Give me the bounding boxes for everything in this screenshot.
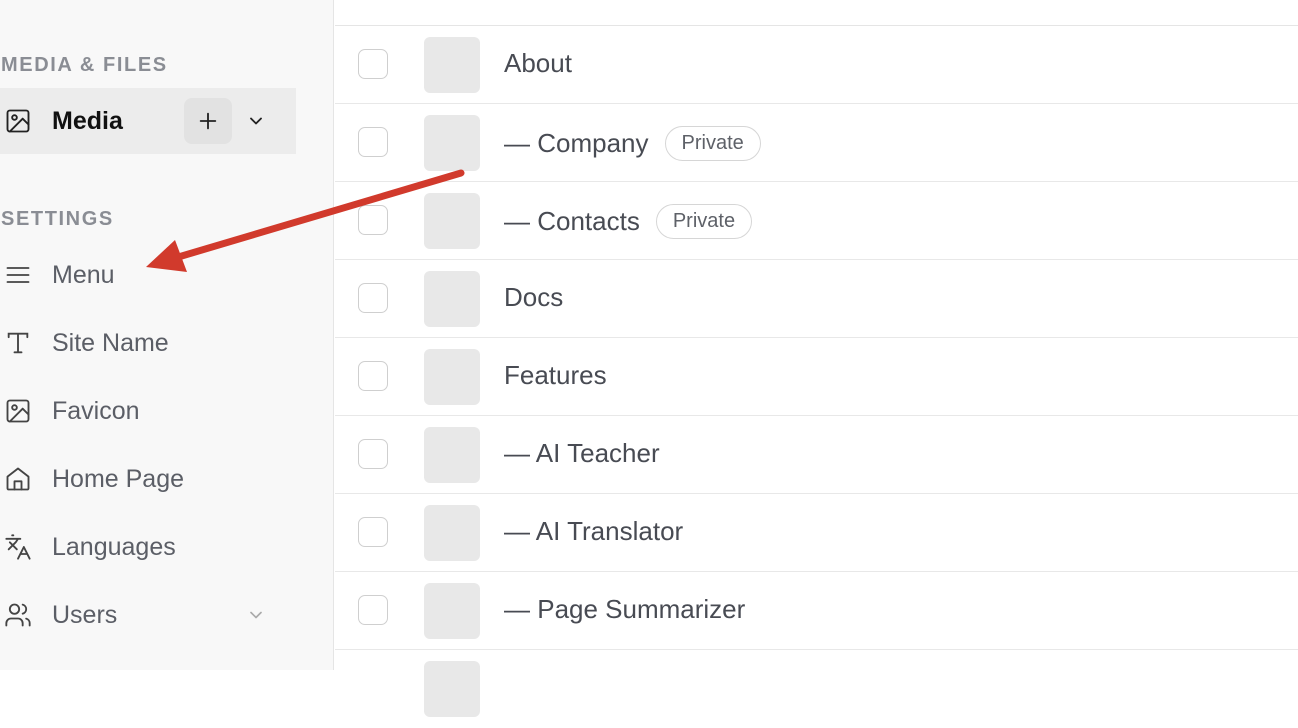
users-icon bbox=[2, 599, 34, 631]
row-thumbnail bbox=[424, 193, 480, 249]
table-row[interactable]: — Company Private bbox=[335, 104, 1298, 182]
row-checkbox[interactable] bbox=[358, 205, 388, 235]
row-checkbox[interactable] bbox=[358, 361, 388, 391]
row-checkbox[interactable] bbox=[358, 127, 388, 157]
table-row[interactable]: — AI Teacher bbox=[335, 416, 1298, 494]
row-checkbox[interactable] bbox=[358, 595, 388, 625]
chevron-down-icon bbox=[246, 605, 266, 625]
image-icon bbox=[2, 105, 34, 137]
row-thumbnail bbox=[424, 583, 480, 639]
row-title[interactable]: Docs bbox=[504, 282, 563, 313]
row-thumbnail bbox=[424, 271, 480, 327]
row-checkbox[interactable] bbox=[358, 439, 388, 469]
row-title[interactable]: — Page Summarizer bbox=[504, 594, 745, 625]
row-title[interactable]: — AI Translator bbox=[504, 516, 683, 547]
row-thumbnail bbox=[424, 37, 480, 93]
image-icon bbox=[2, 395, 34, 427]
sidebar-item-label: Menu bbox=[52, 260, 115, 289]
row-title[interactable]: — Company Private bbox=[504, 126, 761, 161]
table-row[interactable]: Docs bbox=[335, 260, 1298, 338]
private-badge: Private bbox=[664, 126, 761, 161]
sidebar-item-languages[interactable]: Languages bbox=[0, 517, 296, 577]
row-title-text: — AI Teacher bbox=[504, 438, 660, 468]
sidebar-item-users[interactable]: Users bbox=[0, 585, 296, 645]
row-title-text: — Contacts bbox=[504, 206, 640, 236]
private-badge: Private bbox=[655, 204, 753, 239]
row-title-text: — Page Summarizer bbox=[504, 594, 746, 624]
row-thumbnail bbox=[424, 115, 480, 171]
media-section-heading: MEDIA & FILES bbox=[1, 54, 168, 76]
settings-section-heading: SETTINGS bbox=[1, 208, 114, 230]
row-title-text: — Company bbox=[504, 128, 649, 158]
table-row[interactable]: — AI Translator bbox=[335, 494, 1298, 572]
table-row[interactable] bbox=[335, 650, 1298, 728]
row-title[interactable]: — Contacts Private bbox=[504, 204, 753, 239]
chevron-down-icon bbox=[246, 111, 266, 131]
row-title[interactable]: About bbox=[504, 48, 572, 79]
row-title-text: Features bbox=[504, 360, 607, 390]
row-title-text: Docs bbox=[504, 282, 564, 312]
sidebar-item-label: Home Page bbox=[52, 464, 185, 493]
table-row[interactable]: About bbox=[335, 26, 1298, 104]
row-thumbnail bbox=[424, 427, 480, 483]
text-icon bbox=[2, 327, 34, 359]
menu-icon bbox=[2, 259, 34, 291]
row-checkbox[interactable] bbox=[358, 283, 388, 313]
row-checkbox[interactable] bbox=[358, 517, 388, 547]
row-title-text: About bbox=[504, 48, 572, 78]
sidebar-item-menu[interactable]: Menu bbox=[0, 245, 296, 305]
plus-icon bbox=[197, 110, 219, 132]
table-row[interactable]: — Contacts Private bbox=[335, 182, 1298, 260]
page-list: About — Company Private — Contacts Private… bbox=[335, 0, 1298, 717]
expand-media-button[interactable] bbox=[240, 105, 272, 137]
sidebar-item-label: Site Name bbox=[52, 328, 169, 357]
row-thumbnail bbox=[424, 349, 480, 405]
expand-users-button[interactable] bbox=[240, 599, 272, 631]
row-checkbox[interactable] bbox=[358, 49, 388, 79]
row-title[interactable]: Features bbox=[504, 360, 607, 391]
row-title[interactable]: — AI Teacher bbox=[504, 438, 660, 469]
sidebar-item-site-name[interactable]: Site Name bbox=[0, 313, 296, 373]
sidebar-item-favicon[interactable]: Favicon bbox=[0, 381, 296, 441]
translate-icon bbox=[2, 531, 34, 563]
sidebar-item-home-page[interactable]: Home Page bbox=[0, 449, 296, 509]
sidebar-item-label: Users bbox=[52, 600, 118, 629]
sidebar-item-label: Media bbox=[52, 106, 123, 135]
table-row[interactable]: Features bbox=[335, 338, 1298, 416]
sidebar-item-label: Favicon bbox=[52, 396, 140, 425]
table-row[interactable]: — Page Summarizer bbox=[335, 572, 1298, 650]
home-icon bbox=[2, 463, 34, 495]
row-thumbnail bbox=[424, 661, 480, 717]
row-title-text: — AI Translator bbox=[504, 516, 684, 546]
sidebar-item-label: Languages bbox=[52, 532, 176, 561]
add-media-button[interactable] bbox=[184, 98, 232, 144]
sidebar: MEDIA & FILES Media SETTINGS Menu Site N… bbox=[0, 0, 334, 670]
sidebar-item-media[interactable]: Media bbox=[0, 88, 296, 154]
row-thumbnail bbox=[424, 505, 480, 561]
